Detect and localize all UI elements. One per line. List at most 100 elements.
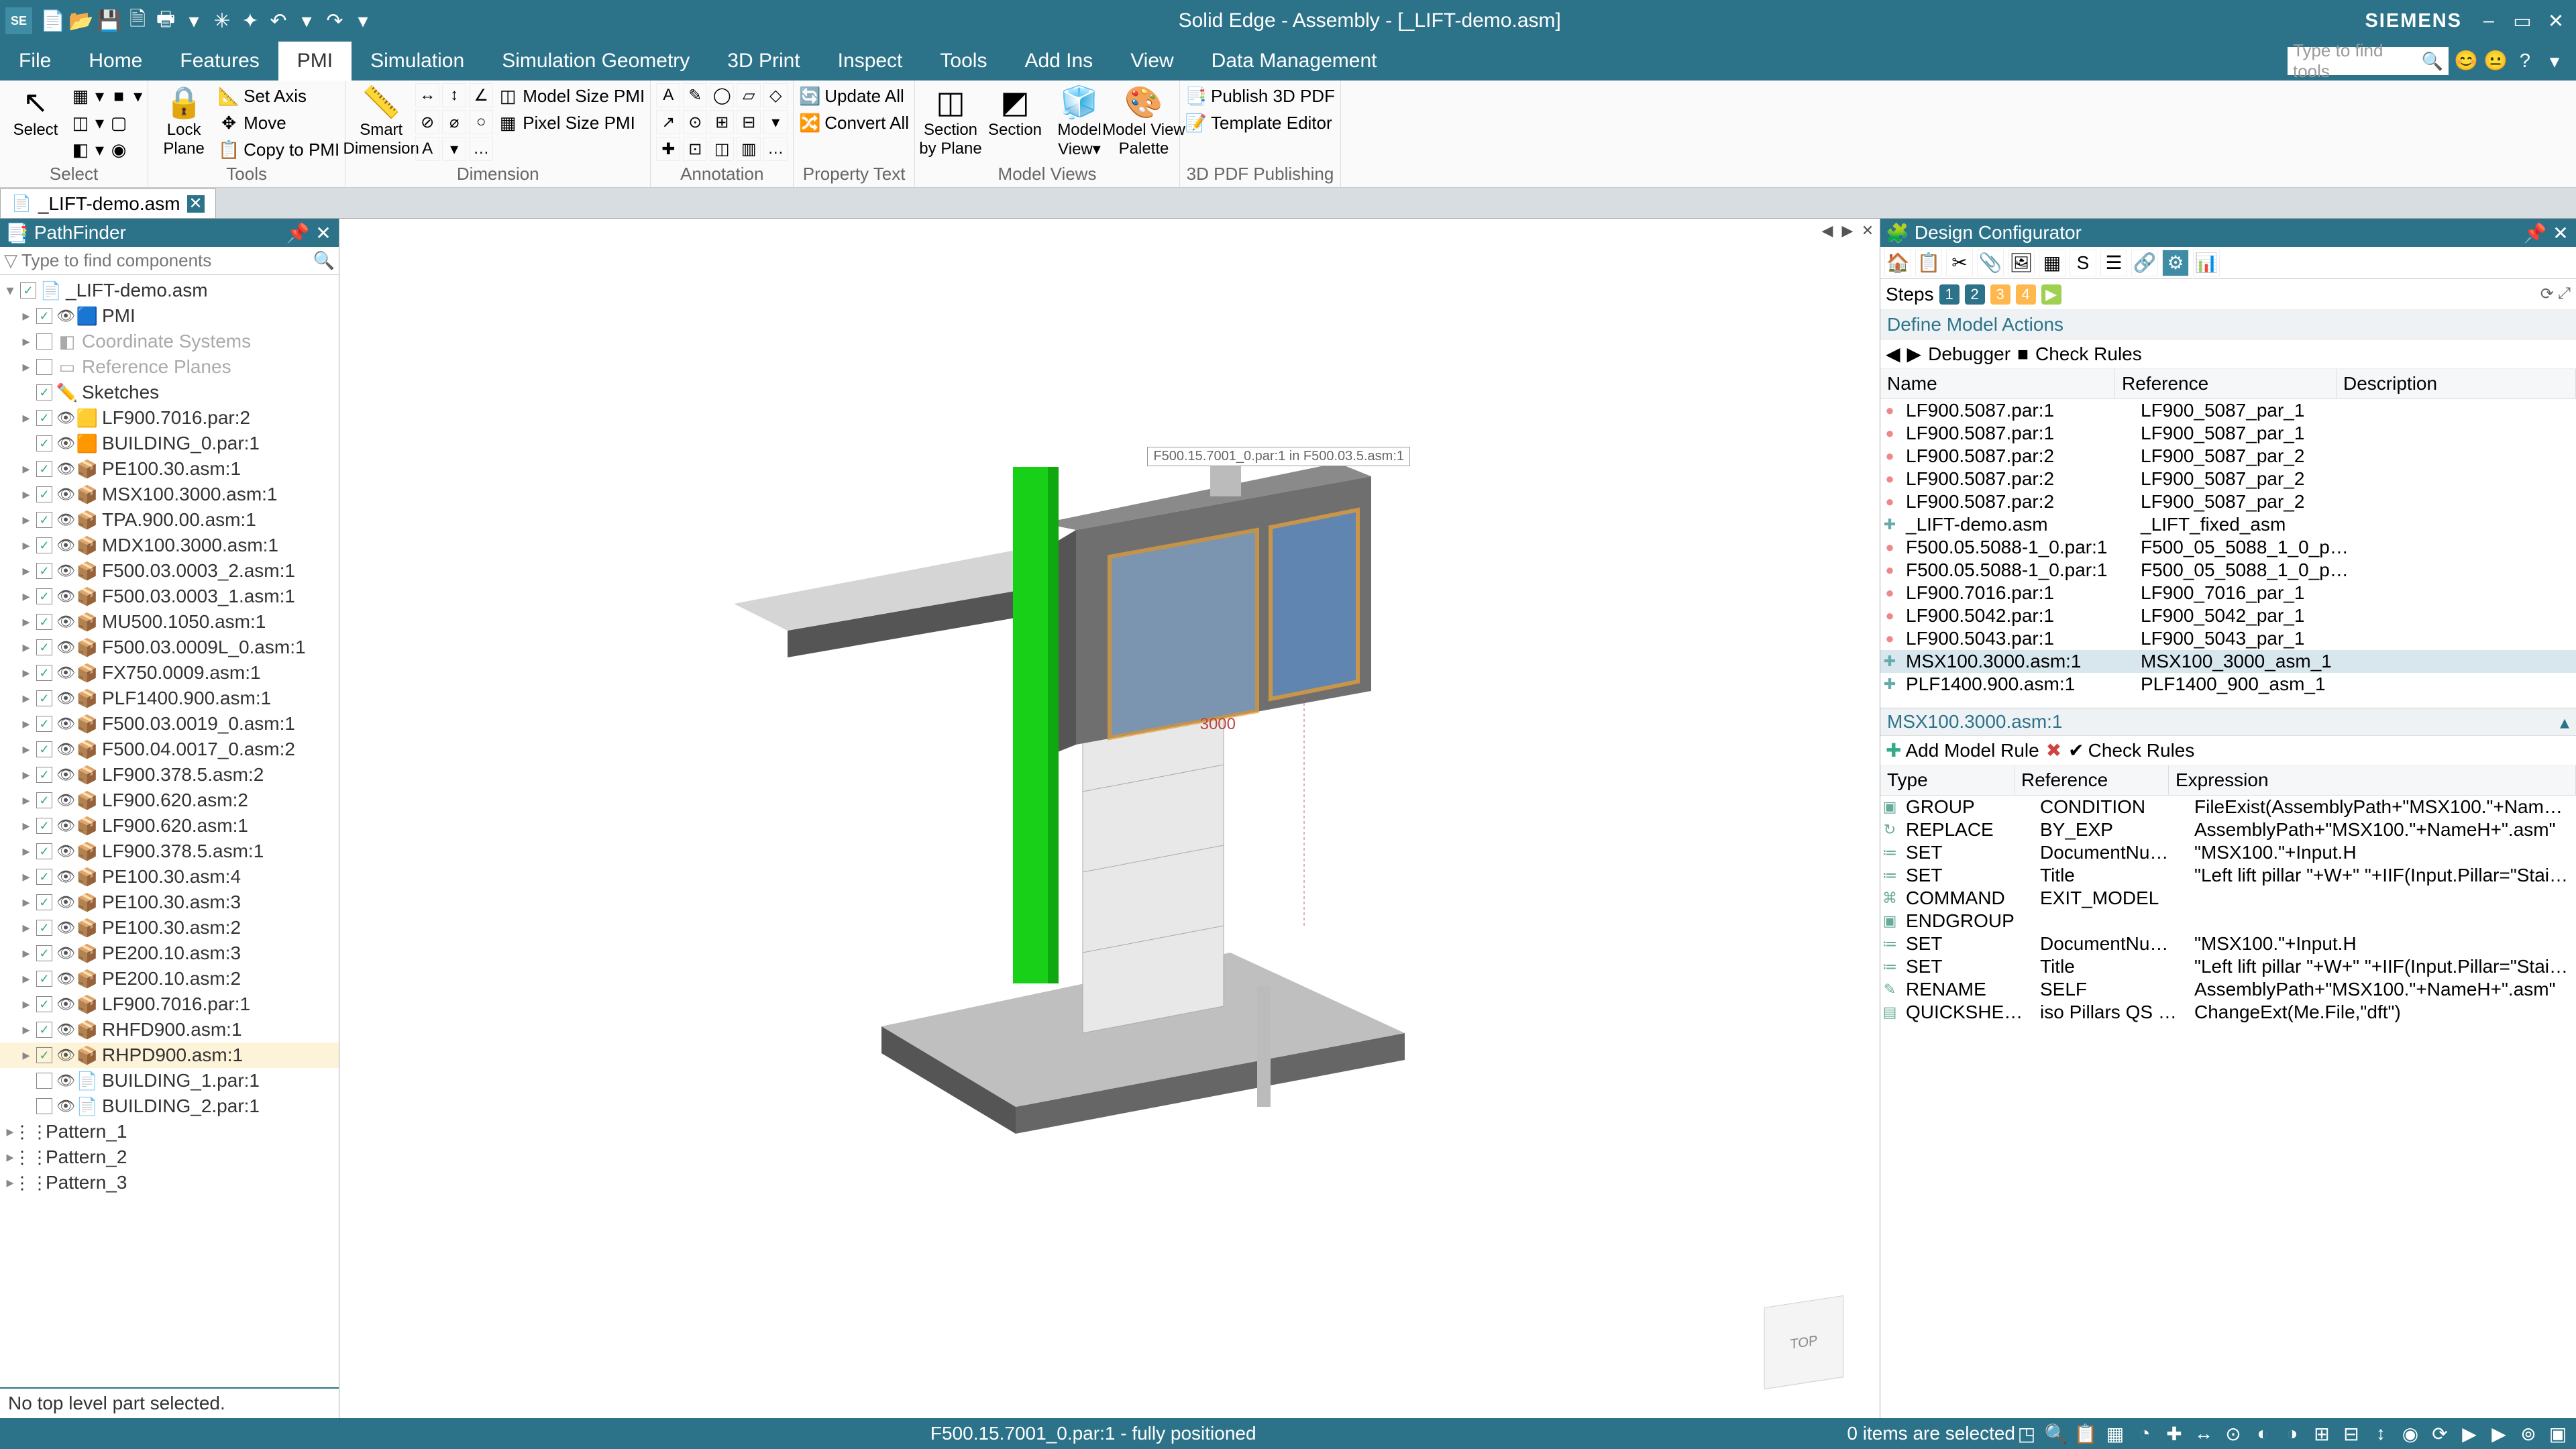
sub-stop[interactable]: ■	[2017, 343, 2029, 365]
tree-item[interactable]: ▸✓👁📦PE100.30.asm:2	[0, 915, 339, 941]
status-icon[interactable]: ⟳	[2428, 1422, 2451, 1445]
eye-icon[interactable]: 👁	[56, 792, 72, 809]
dc-tool-copy[interactable]: ✂	[1946, 250, 1973, 276]
twisty-icon[interactable]: ▸	[20, 664, 32, 682]
rule-row[interactable]: ●LF900.5087.par:2LF900_5087_par_2	[1880, 490, 2576, 513]
detail-row[interactable]: ≔SETDocumentNumber"MSX100."+Input.H	[1880, 932, 2576, 955]
tab-view[interactable]: View	[1112, 42, 1192, 80]
detail-row[interactable]: ▣ENDGROUP	[1880, 910, 2576, 932]
checkbox[interactable]: ✓	[36, 971, 52, 987]
sub-prev[interactable]: ◀	[1886, 343, 1900, 365]
eye-icon[interactable]: 👁	[56, 1046, 72, 1064]
tab-inspect[interactable]: Inspect	[819, 42, 922, 80]
rule-row[interactable]: ✚_LIFT-demo.asm_LIFT_fixed_asm	[1880, 513, 2576, 536]
checkbox[interactable]	[36, 1073, 52, 1089]
print-icon[interactable]: 🖶	[154, 9, 177, 32]
tree-item[interactable]: ▸✓👁📦MU500.1050.asm:1	[0, 609, 339, 635]
checkbox[interactable]: ✓	[36, 384, 52, 400]
tree-item[interactable]: ▸⋮⋮Pattern_2	[0, 1144, 339, 1170]
tab-data-management[interactable]: Data Management	[1193, 42, 1396, 80]
status-icon[interactable]: ▦	[2104, 1422, 2127, 1445]
eye-icon[interactable]: 👁	[56, 486, 72, 503]
eye-icon[interactable]: 👁	[56, 409, 72, 427]
ann-icon[interactable]: A	[656, 83, 680, 107]
checkbox[interactable]: ✓	[36, 690, 52, 706]
add-model-rule[interactable]: ✚Add Model Rule	[1886, 739, 2039, 761]
twisty-icon[interactable]: ▸	[20, 919, 32, 936]
pixel-size-pmi[interactable]: ▦Pixel Size PMI	[497, 110, 645, 136]
close-tab-icon[interactable]: ✕	[187, 195, 205, 213]
minimize-button[interactable]: –	[2475, 7, 2502, 34]
checkbox[interactable]: ✓	[36, 1022, 52, 1038]
search-input[interactable]	[21, 250, 309, 271]
dc-tool-image[interactable]: 🖼	[2008, 250, 2035, 276]
twisty-icon[interactable]: ▸	[20, 690, 32, 707]
tree-item[interactable]: ▸✓👁📦PE100.30.asm:3	[0, 890, 339, 915]
sub-next[interactable]: ▶	[1907, 343, 1922, 365]
status-icon[interactable]: ⊙	[2222, 1422, 2245, 1445]
twisty-icon[interactable]: ▸	[20, 562, 32, 580]
eye-icon[interactable]: 👁	[56, 1072, 72, 1089]
eye-icon[interactable]: 👁	[56, 919, 72, 936]
tab-simulation-geometry[interactable]: Simulation Geometry	[483, 42, 708, 80]
twisty-icon[interactable]: ▸	[20, 511, 32, 529]
checkbox[interactable]: ✓	[36, 894, 52, 910]
checkbox[interactable]	[36, 1098, 52, 1114]
status-icon[interactable]: 🔍	[2045, 1422, 2068, 1445]
dropdown-icon[interactable]: ▾	[2542, 49, 2567, 73]
dim-icon[interactable]: ⊘	[415, 110, 439, 134]
eye-icon[interactable]: 👁	[56, 894, 72, 911]
tab-file[interactable]: File	[0, 42, 70, 80]
pin-icon[interactable]: 📌	[2525, 223, 2545, 243]
delete-rule[interactable]: ✖	[2046, 739, 2061, 761]
col-reference[interactable]: Reference	[2115, 369, 2337, 398]
dim-icon[interactable]: ⌀	[442, 110, 466, 134]
status-icon[interactable]: ◔	[2133, 1422, 2156, 1445]
checkbox[interactable]: ✓	[36, 639, 52, 655]
tree-item[interactable]: ▸✓👁📦F500.04.0017_0.asm:2	[0, 737, 339, 762]
status-icon[interactable]: ◳	[2015, 1422, 2038, 1445]
save-icon[interactable]: 💾	[98, 9, 121, 32]
select-opt-1[interactable]: ▦▾	[70, 83, 104, 109]
twisty-icon[interactable]: ▸	[20, 307, 32, 325]
checkbox[interactable]: ✓	[36, 563, 52, 579]
ann-icon[interactable]: ⊙	[683, 110, 707, 134]
dc-tool-paste[interactable]: 📋	[1915, 250, 1942, 276]
redo-icon[interactable]: ↷	[323, 9, 346, 32]
tab-simulation[interactable]: Simulation	[352, 42, 483, 80]
eye-icon[interactable]: 👁	[56, 945, 72, 962]
close-button[interactable]: ✕	[2542, 7, 2569, 34]
step-3[interactable]: 3	[1990, 284, 2010, 305]
close-panel-icon[interactable]: ✕	[2551, 223, 2571, 243]
select-opt-5[interactable]: ▢	[108, 110, 142, 136]
eye-icon[interactable]: 👁	[56, 1097, 72, 1115]
twisty-icon[interactable]: ▸	[20, 1021, 32, 1038]
detail-row[interactable]: ▤QUICKSHEETiso Pillars QS .dftChangeExt(…	[1880, 1001, 2576, 1024]
navigation-cube[interactable]: TOP	[1764, 1295, 1844, 1389]
tab-3d-print[interactable]: 3D Print	[708, 42, 818, 80]
undo-menu-icon[interactable]: ▾	[295, 9, 318, 32]
eye-icon[interactable]: 👁	[56, 817, 72, 835]
col-description[interactable]: Description	[2337, 369, 2576, 398]
step-play[interactable]: ▶	[2041, 284, 2061, 305]
twisty-icon[interactable]: ▸	[20, 817, 32, 835]
detail-row[interactable]: ↻REPLACEBY_EXPAssemblyPath+"MSX100."+Nam…	[1880, 818, 2576, 841]
checkbox[interactable]: ✓	[36, 716, 52, 732]
status-icon[interactable]: ◉	[2399, 1422, 2422, 1445]
rule-row[interactable]: ●LF900.5087.par:2LF900_5087_par_2	[1880, 468, 2576, 490]
checkbox[interactable]: ✓	[36, 920, 52, 936]
tree-item[interactable]: ▸⋮⋮Pattern_3	[0, 1170, 339, 1195]
tree-item[interactable]: ✓✏️Sketches	[0, 380, 339, 405]
ann-icon[interactable]: ✚	[656, 137, 680, 161]
eye-icon[interactable]: 👁	[56, 690, 72, 707]
eye-icon[interactable]: 👁	[56, 868, 72, 885]
dc-tool-list[interactable]: 📊	[2193, 250, 2220, 276]
twisty-icon[interactable]: ▸	[20, 843, 32, 860]
eye-icon[interactable]: 👁	[56, 435, 72, 452]
tree-item[interactable]: ✓👁🟧BUILDING_0.par:1	[0, 431, 339, 456]
checkbox[interactable]	[36, 333, 52, 350]
checkbox[interactable]: ✓	[36, 308, 52, 324]
twisty-icon[interactable]: ▸	[20, 715, 32, 733]
eye-icon[interactable]: 👁	[56, 588, 72, 605]
status-icon[interactable]: ▶	[2487, 1422, 2510, 1445]
